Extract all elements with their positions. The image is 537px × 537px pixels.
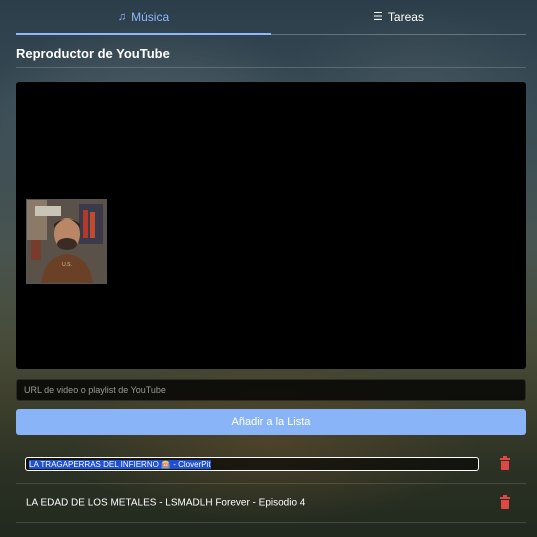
tab-tasks-label: Tareas [387,10,424,24]
playlist-item-title: LA EDAD DE LOS METALES - LSMADLH Forever… [26,497,306,509]
playlist-item-title-editor[interactable]: LA TRAGAPERRAS DEL INFIERNO 🎰 - CloverPi… [25,457,479,471]
playlist-item[interactable]: LA EDAD DE LOS METALES - LSMADLH Forever… [16,484,526,523]
playlist-item-title: LA TRAGAPERRAS DEL INFIERNO 🎰 - CloverPi… [29,459,211,469]
tab-music[interactable]: ♫ Música [16,0,271,35]
video-thumbnail: U.S. [26,199,107,284]
add-to-list-button[interactable]: Añadir a la Lista [16,409,526,435]
divider [16,67,526,68]
tab-music-label: Música [131,10,170,24]
music-note-icon: ♫ [117,10,127,23]
page-title: Reproductor de YouTube [16,46,170,61]
svg-text:U.S.: U.S. [62,262,72,268]
youtube-player[interactable]: U.S. [16,82,526,369]
tab-tasks[interactable]: ☰ Tareas [271,0,526,34]
trash-icon[interactable] [500,456,510,470]
tab-bar: ♫ Música ☰ Tareas [16,0,526,35]
task-list-icon: ☰ [373,10,383,23]
playlist-item[interactable]: LA TRAGAPERRAS DEL INFIERNO 🎰 - CloverPi… [16,445,526,484]
app: ♫ Música ☰ Tareas Reproductor de YouTube [0,0,537,537]
trash-icon[interactable] [500,495,510,509]
url-input[interactable] [16,379,526,401]
